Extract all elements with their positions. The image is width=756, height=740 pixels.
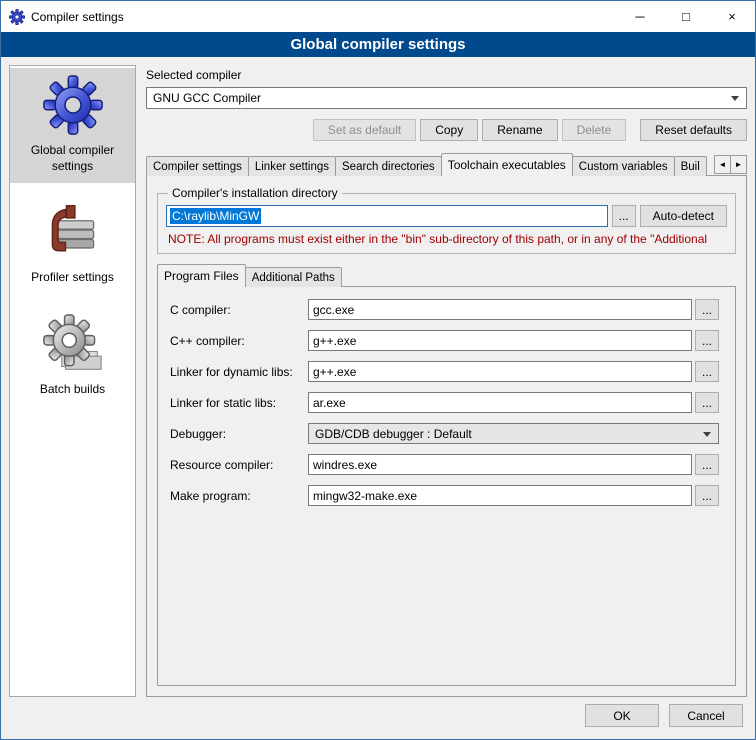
make-program-label: Make program: xyxy=(170,489,308,503)
c-compiler-browse-button[interactable]: ... xyxy=(695,299,719,320)
close-icon: × xyxy=(728,9,736,24)
sidebar-item-label: Profiler settings xyxy=(31,270,114,286)
resource-compiler-label: Resource compiler: xyxy=(170,458,308,472)
sidebar-item-label: Batch builds xyxy=(40,382,105,398)
compiler-select[interactable]: GNU GCC Compiler xyxy=(146,87,747,109)
auto-detect-button[interactable]: Auto-detect xyxy=(640,205,727,227)
tab-scroll-right-icon[interactable]: ► xyxy=(730,155,747,174)
c-compiler-input[interactable] xyxy=(308,299,692,320)
dialog-footer: OK Cancel xyxy=(1,697,755,739)
profiler-tool-icon xyxy=(43,202,103,265)
linker-dynamic-input[interactable] xyxy=(308,361,692,382)
sidebar-item-profiler-settings[interactable]: Profiler settings xyxy=(10,195,135,295)
selected-compiler-label: Selected compiler xyxy=(146,68,747,82)
main-panel: Selected compiler GNU GCC Compiler Set a… xyxy=(146,65,747,697)
settings-tabbar: Compiler settings Linker settings Search… xyxy=(146,153,747,176)
linker-dynamic-label: Linker for dynamic libs: xyxy=(170,365,308,379)
sidebar-item-global-compiler-settings[interactable]: Global compiler settings xyxy=(10,68,135,183)
app-icon xyxy=(9,9,25,25)
field-row: C++ compiler: ... xyxy=(170,330,719,351)
browse-directory-button[interactable]: ... xyxy=(612,205,636,227)
linker-static-input[interactable] xyxy=(308,392,692,413)
compiler-select-value: GNU GCC Compiler xyxy=(153,91,261,105)
tab-scroll-controls: ◄ ► xyxy=(714,155,747,174)
c-compiler-label: C compiler: xyxy=(170,303,308,317)
dialog-body: Global compiler settings Profiler settin xyxy=(1,57,755,697)
debugger-select-value: GDB/CDB debugger : Default xyxy=(315,427,472,441)
delete-button: Delete xyxy=(562,119,627,141)
tab-toolchain-executables[interactable]: Toolchain executables xyxy=(441,153,573,176)
chevron-down-icon xyxy=(731,96,739,101)
settings-sidebar: Global compiler settings Profiler settin xyxy=(9,65,136,697)
tab-scroll-left-icon[interactable]: ◄ xyxy=(714,155,731,174)
minimize-icon: ─ xyxy=(635,9,644,24)
compiler-settings-window: Compiler settings ─ □ × Global compiler … xyxy=(0,0,756,740)
page-title: Global compiler settings xyxy=(1,32,755,57)
installation-directory-input[interactable]: C:\raylib\MinGW xyxy=(166,205,608,227)
tab-compiler-settings[interactable]: Compiler settings xyxy=(146,156,249,176)
make-program-input[interactable] xyxy=(308,485,692,506)
program-files-tabbar: Program Files Additional Paths xyxy=(157,264,736,287)
resource-compiler-browse-button[interactable]: ... xyxy=(695,454,719,475)
tab-custom-variables[interactable]: Custom variables xyxy=(572,156,675,176)
linker-dynamic-browse-button[interactable]: ... xyxy=(695,361,719,382)
maximize-button[interactable]: □ xyxy=(663,1,709,32)
installation-directory-group: Compiler's installation directory C:\ray… xyxy=(157,186,736,254)
make-program-browse-button[interactable]: ... xyxy=(695,485,719,506)
installation-directory-label: Compiler's installation directory xyxy=(168,186,342,200)
installation-directory-row: C:\raylib\MinGW ... Auto-detect xyxy=(166,205,727,227)
close-button[interactable]: × xyxy=(709,1,755,32)
tab-additional-paths[interactable]: Additional Paths xyxy=(245,267,342,287)
resource-compiler-input[interactable] xyxy=(308,454,692,475)
cpp-compiler-browse-button[interactable]: ... xyxy=(695,330,719,351)
maximize-icon: □ xyxy=(682,9,690,24)
debugger-label: Debugger: xyxy=(170,427,308,441)
field-row: Linker for dynamic libs: ... xyxy=(170,361,719,382)
gear-blue-icon xyxy=(43,75,103,138)
linker-static-label: Linker for static libs: xyxy=(170,396,308,410)
minimize-button[interactable]: ─ xyxy=(617,1,663,32)
gear-gray-icon xyxy=(43,314,103,377)
field-row: Make program: ... xyxy=(170,485,719,506)
reset-defaults-button[interactable]: Reset defaults xyxy=(640,119,747,141)
field-row: Linker for static libs: ... xyxy=(170,392,719,413)
field-row: Debugger: GDB/CDB debugger : Default xyxy=(170,423,719,444)
toolchain-executables-page: Compiler's installation directory C:\ray… xyxy=(146,175,747,697)
window-controls: ─ □ × xyxy=(617,1,755,32)
tab-build-options[interactable]: Buil xyxy=(674,156,707,176)
program-files-panel: C compiler: ... C++ compiler: ... Linker… xyxy=(157,286,736,686)
tab-search-directories[interactable]: Search directories xyxy=(335,156,442,176)
cpp-compiler-input[interactable] xyxy=(308,330,692,351)
directory-note: NOTE: All programs must exist either in … xyxy=(168,232,725,246)
linker-static-browse-button[interactable]: ... xyxy=(695,392,719,413)
compiler-actions: Set as default Copy Rename Delete Reset … xyxy=(146,119,747,141)
set-as-default-button: Set as default xyxy=(313,119,416,141)
sidebar-item-label: Global compiler settings xyxy=(13,143,132,174)
field-row: Resource compiler: ... xyxy=(170,454,719,475)
field-row: C compiler: ... xyxy=(170,299,719,320)
titlebar: Compiler settings ─ □ × xyxy=(1,1,755,32)
tab-program-files[interactable]: Program Files xyxy=(157,264,246,287)
window-title: Compiler settings xyxy=(31,10,124,24)
cancel-button[interactable]: Cancel xyxy=(669,704,743,727)
sidebar-item-batch-builds[interactable]: Batch builds xyxy=(10,307,135,407)
installation-directory-value: C:\raylib\MinGW xyxy=(170,208,261,224)
copy-button[interactable]: Copy xyxy=(420,119,478,141)
debugger-select[interactable]: GDB/CDB debugger : Default xyxy=(308,423,719,444)
cpp-compiler-label: C++ compiler: xyxy=(170,334,308,348)
rename-button[interactable]: Rename xyxy=(482,119,557,141)
chevron-down-icon xyxy=(703,432,711,437)
ok-button[interactable]: OK xyxy=(585,704,659,727)
tab-linker-settings[interactable]: Linker settings xyxy=(248,156,336,176)
